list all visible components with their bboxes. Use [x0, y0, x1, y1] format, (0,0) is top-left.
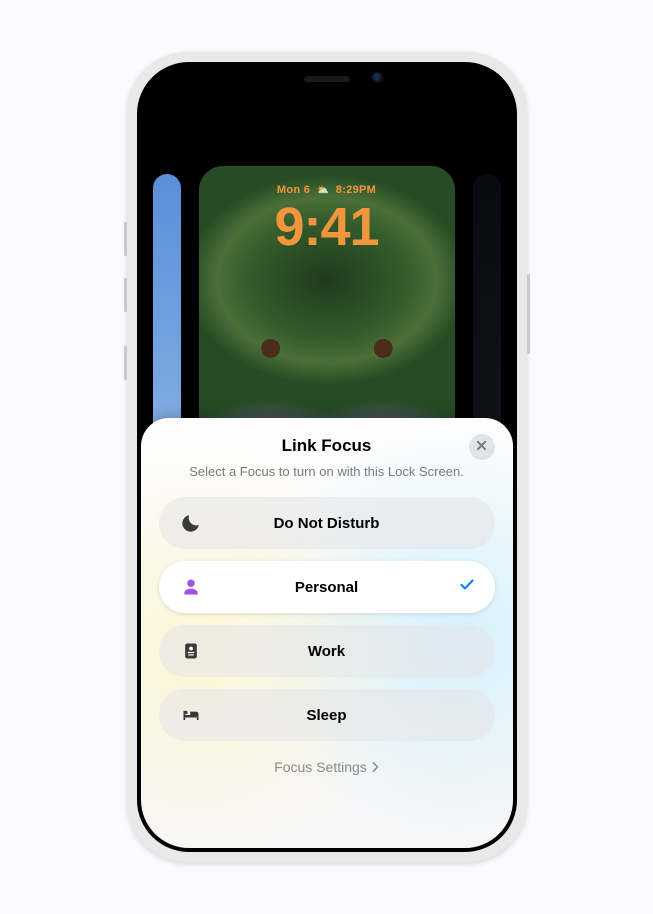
settings-link-label: Focus Settings [274, 759, 367, 775]
focus-list: Do Not Disturb Personal [159, 497, 495, 741]
sheet-header: Link Focus [159, 436, 495, 456]
bezel: Mon 6 ⛅ 8:29PM 9:41 Link Focus [137, 62, 517, 852]
focus-item-label: Personal [179, 579, 475, 596]
close-button[interactable] [469, 434, 495, 460]
link-focus-sheet: Link Focus Select a Focus to turn on wit… [141, 418, 513, 848]
focus-item-personal[interactable]: Personal [159, 561, 495, 613]
focus-item-label: Sleep [179, 707, 475, 724]
checkmark-icon [459, 577, 475, 598]
screen: Mon 6 ⛅ 8:29PM 9:41 Link Focus [141, 66, 513, 848]
sheet-title: Link Focus [159, 436, 495, 456]
front-camera [372, 72, 384, 84]
focus-item-label: Work [179, 643, 475, 660]
focus-item-sleep[interactable]: Sleep [159, 689, 495, 741]
cloud-sun-icon: ⛅ [314, 185, 333, 196]
focus-item-dnd[interactable]: Do Not Disturb [159, 497, 495, 549]
time-suffix: 8:29PM [336, 184, 376, 196]
sheet-subtitle: Select a Focus to turn on with this Lock… [159, 464, 495, 479]
focus-item-work[interactable]: Work [159, 625, 495, 677]
iphone-frame: Mon 6 ⛅ 8:29PM 9:41 Link Focus [127, 52, 527, 862]
date-text: Mon 6 [277, 184, 310, 196]
close-icon [476, 438, 487, 456]
chevron-right-icon [371, 759, 379, 775]
lockscreen-time: 9:41 [199, 196, 455, 258]
lockscreen-date: Mon 6 ⛅ 8:29PM [199, 184, 455, 196]
speaker [304, 76, 350, 82]
focus-item-label: Do Not Disturb [179, 515, 475, 532]
notch [252, 66, 402, 96]
focus-settings-link[interactable]: Focus Settings [159, 759, 495, 775]
